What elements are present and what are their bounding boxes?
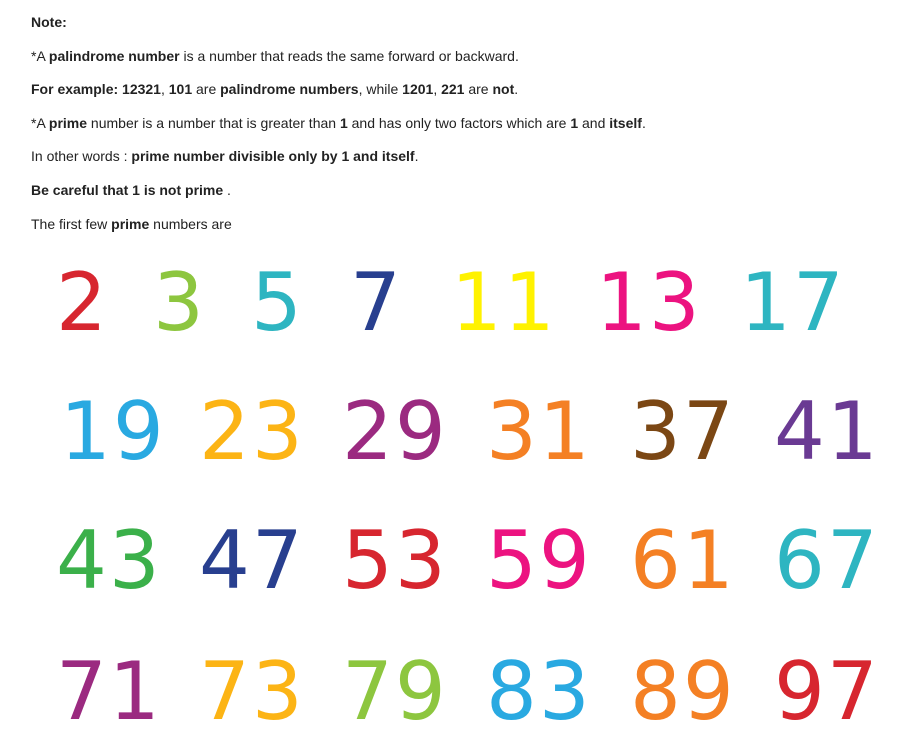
prime-number: 73: [199, 645, 305, 738]
text-span: .: [223, 181, 231, 198]
prime-number: 31: [486, 385, 592, 478]
example-value: 221: [441, 81, 465, 98]
prime-number: 61: [630, 514, 736, 607]
prime-number: 5: [251, 256, 304, 349]
text-span: ,: [433, 81, 442, 98]
example-value: 101: [168, 81, 193, 98]
negation: not: [492, 81, 515, 98]
prime-number: 19: [60, 385, 166, 478]
text-span: numbers are: [149, 215, 232, 232]
prime-term: prime: [48, 114, 88, 131]
example-value: 1201: [402, 81, 434, 98]
prime-restatement: In other words : prime number divisible …: [31, 146, 871, 166]
caution-text: Be careful that 1 is not prime: [31, 181, 224, 198]
prime-number: 17: [740, 256, 846, 349]
prime-number: 29: [342, 385, 448, 478]
prime-number: 71: [56, 645, 162, 738]
prime-number: 67: [774, 514, 880, 607]
prime-number: 83: [486, 645, 592, 738]
prime-number: 7: [350, 256, 403, 349]
note-section: Note: *A palindrome number is a number t…: [31, 12, 871, 247]
prime-number: 11: [451, 256, 557, 349]
text-span: .: [641, 114, 646, 131]
itself-term: itself: [609, 114, 642, 131]
prime-number: 89: [630, 645, 736, 738]
caution-line: Be careful that 1 is not prime .: [31, 180, 871, 200]
number-one: 1: [570, 114, 579, 131]
text-span: .: [514, 81, 519, 98]
prime-number: 3: [153, 256, 206, 349]
text-span: is a number that reads the same forward …: [179, 47, 519, 64]
prime-number: 2: [56, 256, 109, 349]
note-heading: Note:: [31, 12, 871, 32]
text-span: and has only two factors which are: [347, 114, 571, 131]
prime-number: 23: [199, 385, 305, 478]
prime-number: 59: [486, 514, 592, 607]
palindrome-example: For example: 12321, 101 are palindrome n…: [31, 79, 871, 99]
palindrome-term: palindrome numbers: [220, 81, 359, 98]
prime-number: 79: [342, 645, 448, 738]
example-label: For example:: [31, 81, 123, 98]
prime-number: 47: [199, 514, 305, 607]
text-span: *A: [31, 114, 49, 131]
prime-number: 13: [596, 256, 702, 349]
note-heading-text: Note:: [31, 14, 67, 30]
primes-intro: The first few prime numbers are: [31, 214, 871, 234]
prime-number: 41: [774, 385, 880, 478]
text-span: are: [464, 81, 493, 98]
text-span: , while: [358, 81, 403, 98]
example-value: 12321: [122, 81, 161, 98]
palindrome-term: palindrome number: [48, 47, 180, 64]
text-span: number is a number that is greater than: [87, 114, 340, 131]
palindrome-definition: *A palindrome number is a number that re…: [31, 46, 871, 66]
prime-number: 37: [630, 385, 736, 478]
text-span: are: [192, 81, 221, 98]
number-one: 1: [339, 114, 348, 131]
text-span: and: [578, 114, 610, 131]
prime-number: 97: [774, 645, 880, 738]
text-span: The first few: [31, 215, 112, 232]
prime-term: prime: [111, 215, 150, 232]
prime-number: 53: [342, 514, 448, 607]
text-span: .: [414, 148, 419, 165]
text-span: ,: [160, 81, 169, 98]
text-span: In other words :: [31, 148, 132, 165]
text-span: *A: [31, 47, 49, 64]
prime-rule: prime number divisible only by 1 and its…: [131, 148, 415, 165]
prime-definition: *A prime number is a number that is grea…: [31, 113, 871, 133]
prime-number: 43: [56, 514, 162, 607]
